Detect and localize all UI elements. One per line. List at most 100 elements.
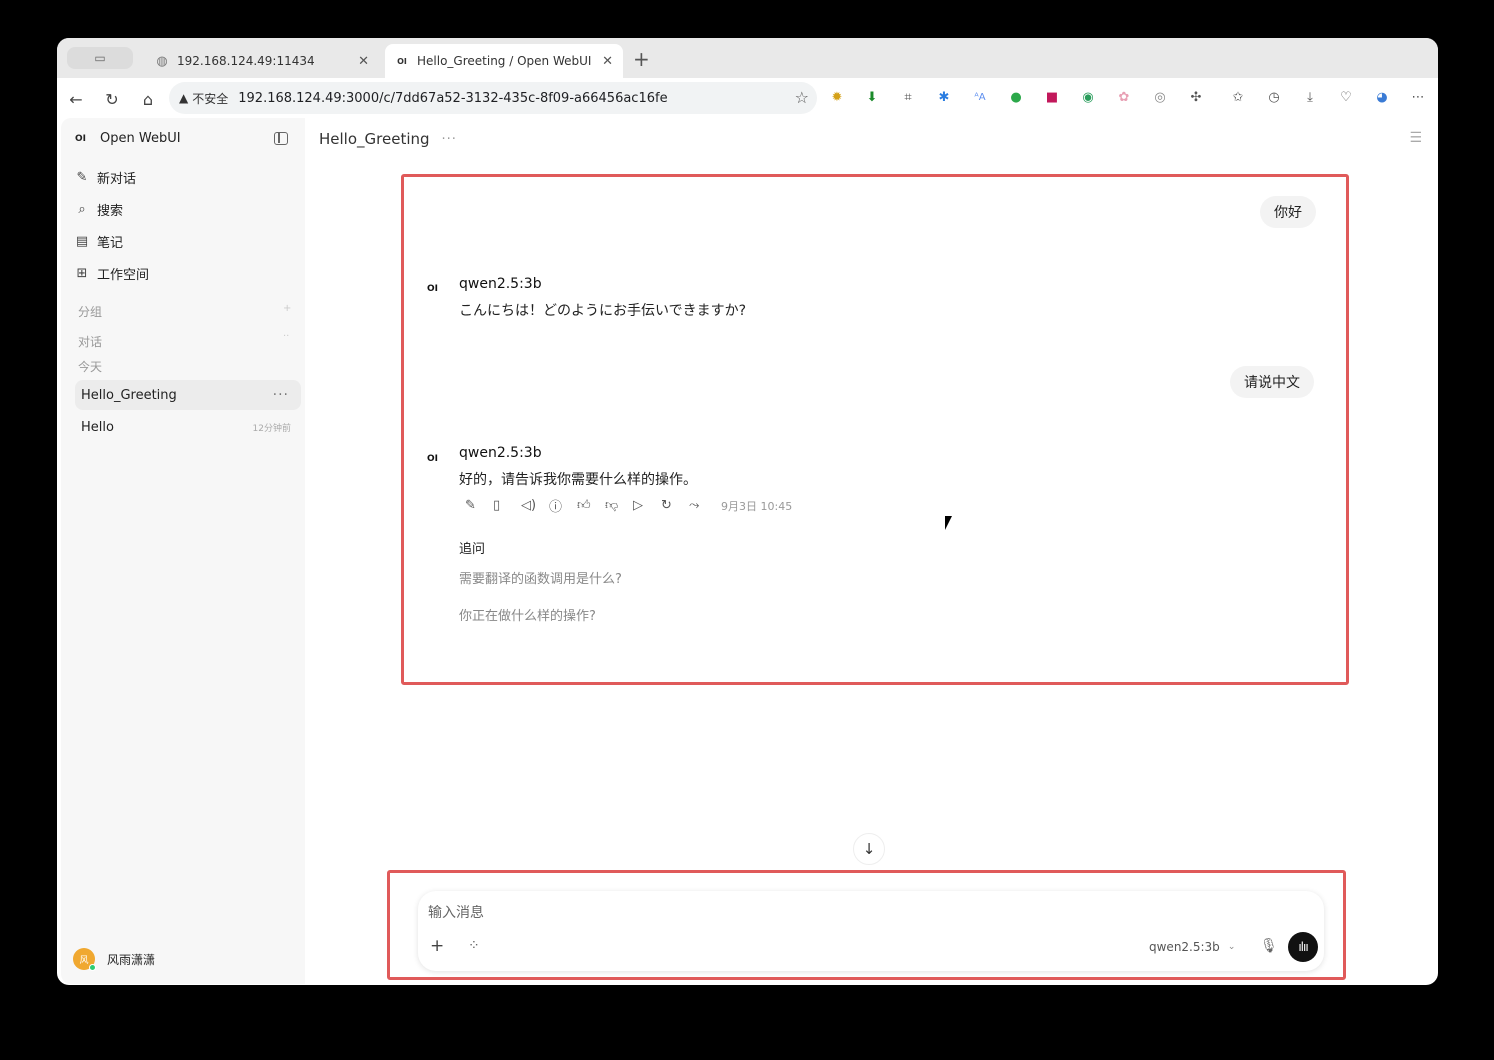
user-message: 请说中文 [1230, 366, 1314, 398]
section-chats[interactable]: 对话 [78, 333, 102, 350]
user-message-text: 你好 [1274, 205, 1302, 221]
chat-item-hello-greeting[interactable]: Hello_Greeting ··· [75, 380, 301, 410]
extension-pink-icon[interactable]: ■ [1043, 88, 1061, 106]
sidebar-item-search[interactable]: ⌕ 搜索 [75, 200, 123, 219]
thumbs-down-icon[interactable]: 👎︎ [605, 498, 633, 513]
scroll-to-bottom-button[interactable]: ↓ [853, 833, 885, 865]
download-arrow-icon[interactable]: ⬇ [863, 88, 881, 106]
edit-pencil-icon[interactable]: ✎ [465, 498, 493, 513]
tab-bar: ▭ ◍ 192.168.124.49:11434 ✕ OI Hello_Gree… [57, 38, 1438, 78]
followup-suggestion[interactable]: 需要翻译的函数调用是什么? [459, 568, 622, 587]
chat-title: Hello [81, 419, 114, 435]
address-bar[interactable]: ▲ 不安全 192.168.124.49:3000/c/7dd67a52-313… [169, 82, 817, 114]
grid-icon: ⊞ [76, 266, 88, 281]
sidebar-item-label: 笔记 [97, 236, 124, 251]
sidebar: OI Open WebUI ✎ 新对话 ⌕ 搜索 ▤ 笔记 ⊞ 工作空间 分组 … [61, 118, 305, 984]
voice-mode-button[interactable]: ılıı [1288, 932, 1318, 962]
chats-options-icon[interactable]: ·· [283, 331, 289, 342]
search-icon: ⌕ [78, 202, 86, 217]
back-arrow-icon[interactable]: ← [65, 88, 87, 110]
message-actions: ✎ ▯ ◁) ⓘ 👍︎ 👎︎ ▷ ↻ ⤳ 9月3日 10:45 [465, 496, 792, 515]
info-icon[interactable]: ⓘ [549, 496, 577, 515]
sidebar-item-label: 新对话 [97, 172, 137, 187]
message-input[interactable] [428, 905, 1128, 921]
chat-title: Hello_Greeting [81, 387, 177, 403]
thumbs-up-icon[interactable]: 👍︎ [577, 498, 605, 513]
message-composer: + ⁘ qwen2.5:3b ⌄ 🎙︎ ılıı [418, 891, 1324, 971]
extension-circle-icon[interactable]: ◎ [1151, 88, 1169, 106]
browser-toolbar: ← ↻ ⌂ ▲ 不安全 192.168.124.49:3000/c/7dd67a… [57, 78, 1438, 118]
followup-suggestion[interactable]: 你正在做什么样的操作? [459, 605, 596, 624]
open-webui-favicon-icon: OI [397, 56, 407, 66]
translate-icon[interactable]: ᴬA [971, 88, 989, 106]
extension-bee-icon[interactable]: ✹ [828, 88, 846, 106]
reload-icon[interactable]: ↻ [101, 88, 123, 110]
copy-clipboard-icon[interactable]: ▯ [493, 498, 521, 513]
page-title[interactable]: Hello_Greeting [319, 130, 430, 148]
sidebar-item-label: 搜索 [97, 204, 124, 219]
favorites-icon[interactable]: ✩ [1229, 88, 1247, 106]
chat-options-icon[interactable]: ··· [442, 132, 457, 147]
chat-time: 12分钟前 [252, 423, 291, 434]
model-avatar-icon: OI [427, 454, 438, 464]
warning-icon: ▲ [179, 91, 189, 105]
health-icon[interactable]: ♡ [1337, 88, 1355, 106]
microphone-icon[interactable]: 🎙︎ [1260, 938, 1278, 954]
extension-flower-icon[interactable]: ✿ [1115, 88, 1133, 106]
sidebar-item-workspace[interactable]: ⊞ 工作空间 [75, 264, 149, 283]
tab-open-webui[interactable]: OI Hello_Greeting / Open WebUI ✕ [385, 44, 623, 78]
avatar-initial: 风 [79, 955, 89, 966]
arrow-down-icon: ↓ [862, 840, 876, 858]
close-icon[interactable]: ✕ [358, 54, 369, 69]
more-dots-icon[interactable]: ··· [273, 387, 289, 403]
url-text[interactable]: 192.168.124.49:3000/c/7dd67a52-3132-435c… [238, 91, 667, 106]
profile-icon[interactable]: ◕ [1373, 88, 1391, 106]
sidebar-brand[interactable]: OI Open WebUI [75, 131, 181, 146]
history-icon[interactable]: ◷ [1265, 88, 1283, 106]
downloads-icon[interactable]: ⤓ [1301, 88, 1319, 106]
extension-green-icon[interactable]: ● [1007, 88, 1025, 106]
new-tab-button[interactable]: + [633, 47, 650, 71]
controls-sliders-icon[interactable]: ☰ [1409, 130, 1422, 146]
play-icon[interactable]: ▷ [633, 498, 661, 513]
extensions-puzzle-icon[interactable]: ✣ [1187, 88, 1205, 106]
browser-window: ▭ ◍ 192.168.124.49:11434 ✕ OI Hello_Gree… [57, 38, 1438, 985]
model-selector[interactable]: qwen2.5:3b ⌄ [1149, 940, 1235, 954]
section-groups[interactable]: 分组 [78, 303, 102, 320]
chat-item-hello[interactable]: Hello 12分钟前 [75, 412, 301, 442]
avatar: 风 [73, 948, 96, 971]
read-aloud-speaker-icon[interactable]: ◁) [521, 498, 549, 513]
extension-puzzle-blue-icon[interactable]: ✱ [935, 88, 953, 106]
section-today: 今天 [78, 360, 103, 374]
online-status-dot [89, 964, 96, 971]
share-icon[interactable]: ⤳ [689, 498, 717, 513]
followup-title: 追问 [459, 542, 486, 557]
tab-groups-button[interactable]: ▭ [67, 47, 133, 69]
mouse-cursor-icon [945, 516, 952, 530]
sidebar-item-notes[interactable]: ▤ 笔记 [75, 232, 123, 251]
tab-ollama[interactable]: ◍ 192.168.124.49:11434 ✕ [145, 44, 379, 78]
sidebar-toggle-icon[interactable] [274, 132, 288, 145]
home-icon[interactable]: ⌂ [137, 88, 159, 110]
sidebar-item-label: 工作空间 [97, 268, 150, 283]
model-name: qwen2.5:3b [459, 445, 542, 461]
model-selector-label: qwen2.5:3b [1149, 940, 1220, 954]
model-name: qwen2.5:3b [459, 276, 542, 292]
tools-icon[interactable]: ⁘ [468, 938, 480, 954]
bookmark-star-icon[interactable]: ☆ [795, 88, 809, 107]
close-icon[interactable]: ✕ [602, 54, 613, 69]
plus-icon[interactable]: + [430, 936, 444, 956]
open-webui-page: OI Open WebUI ✎ 新对话 ⌕ 搜索 ▤ 笔记 ⊞ 工作空间 分组 … [57, 118, 1438, 985]
extension-chat-icon[interactable]: ◉ [1079, 88, 1097, 106]
sidebar-item-new-chat[interactable]: ✎ 新对话 [75, 168, 136, 187]
user-menu[interactable]: 风 风雨潇潇 [73, 948, 155, 971]
regenerate-icon[interactable]: ↻ [661, 498, 689, 513]
security-label[interactable]: 不安全 [192, 90, 228, 107]
menu-dots-icon[interactable]: ⋯ [1409, 88, 1427, 106]
chevron-down-icon: ⌄ [1227, 942, 1236, 952]
add-group-icon[interactable]: + [283, 303, 291, 314]
tab-title: Hello_Greeting / Open WebUI [417, 54, 592, 68]
message-timestamp: 9月3日 10:45 [721, 499, 793, 513]
screenshot-icon[interactable]: ⌗ [899, 88, 917, 106]
brand-name: Open WebUI [100, 131, 181, 146]
